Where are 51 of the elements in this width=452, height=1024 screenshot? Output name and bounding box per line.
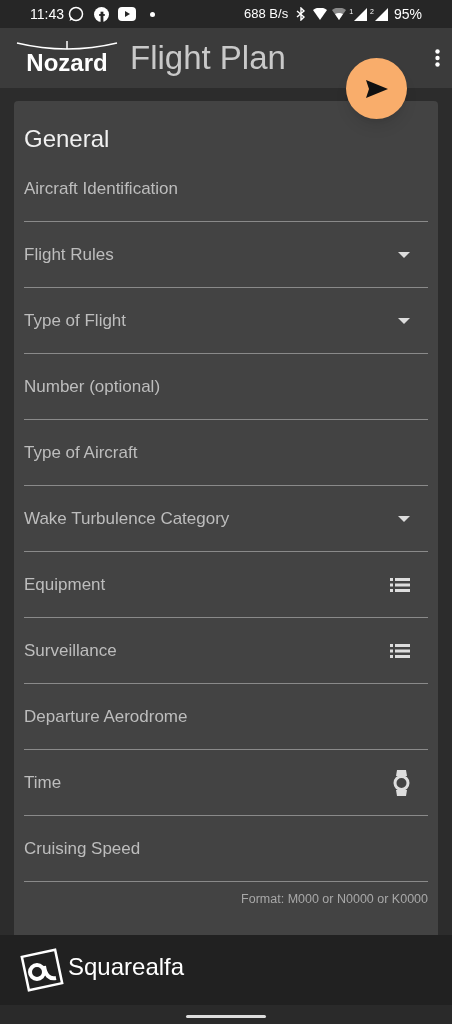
send-icon bbox=[365, 79, 388, 98]
field-label: Number (optional) bbox=[24, 375, 162, 398]
field-label: Surveillance bbox=[24, 639, 118, 662]
input-field[interactable]: Number (optional) bbox=[24, 354, 428, 420]
round-logo-icon bbox=[94, 6, 109, 22]
dropdown-field[interactable]: Wake Turbulence Category bbox=[24, 486, 428, 552]
list-icon bbox=[390, 577, 410, 592]
field-label: Departure Aerodrome bbox=[24, 705, 189, 728]
ad-banner[interactable]: Squarealfa bbox=[0, 935, 452, 1005]
dropdown-arrow-icon bbox=[398, 317, 410, 324]
menu-button[interactable] bbox=[432, 46, 442, 70]
helper-text: Format: M000 or N0000 or K0000 bbox=[240, 891, 428, 908]
input-field[interactable]: Type of Aircraft bbox=[24, 420, 428, 486]
input-field[interactable]: Surveillance bbox=[24, 618, 428, 684]
section-title: General bbox=[24, 124, 111, 154]
dropdown-field[interactable]: Type of Flight bbox=[24, 288, 428, 354]
logo-text: Nozard bbox=[26, 51, 108, 75]
field-label: Wake Turbulence Category bbox=[24, 507, 231, 530]
input-field[interactable]: Cruising Speed bbox=[24, 816, 428, 882]
alpha-logo-icon bbox=[20, 948, 64, 992]
wifi-icon bbox=[313, 7, 328, 21]
dot-icon bbox=[150, 11, 155, 17]
signal-icon bbox=[354, 7, 368, 21]
input-field[interactable]: Equipment bbox=[24, 552, 428, 618]
chat-icon bbox=[68, 6, 84, 22]
field-label: Aircraft Identification bbox=[24, 177, 179, 200]
field-label: Flight Rules bbox=[24, 243, 115, 266]
bluetooth-icon bbox=[296, 7, 307, 21]
more-icon bbox=[434, 49, 440, 67]
dropdown-field[interactable]: Flight Rules bbox=[24, 222, 428, 288]
field-label: Type of Aircraft bbox=[24, 441, 139, 464]
watch-icon bbox=[393, 769, 410, 796]
dropdown-arrow-icon bbox=[398, 251, 410, 258]
battery-level: 95% bbox=[393, 4, 422, 24]
signal-icon bbox=[374, 7, 388, 21]
field-label: Type of Flight bbox=[24, 309, 128, 332]
field-label: Equipment bbox=[24, 573, 107, 596]
field-label: Time bbox=[24, 771, 63, 794]
dropdown-arrow-icon bbox=[398, 515, 410, 522]
play-icon bbox=[118, 7, 136, 21]
input-field[interactable]: Aircraft Identification bbox=[24, 156, 428, 222]
wing-icon bbox=[16, 41, 118, 53]
app-title: Flight Plan bbox=[130, 38, 287, 79]
list-icon bbox=[390, 643, 410, 658]
wifi-icon bbox=[332, 7, 347, 21]
input-field[interactable]: Time bbox=[24, 750, 428, 816]
field-label: Cruising Speed bbox=[24, 837, 142, 860]
clock: 11:43 bbox=[30, 4, 64, 24]
network-speed: 688 B/s bbox=[244, 5, 289, 24]
input-field[interactable]: Departure Aerodrome bbox=[24, 684, 428, 750]
brand-name: Squarealfa bbox=[68, 952, 185, 982]
